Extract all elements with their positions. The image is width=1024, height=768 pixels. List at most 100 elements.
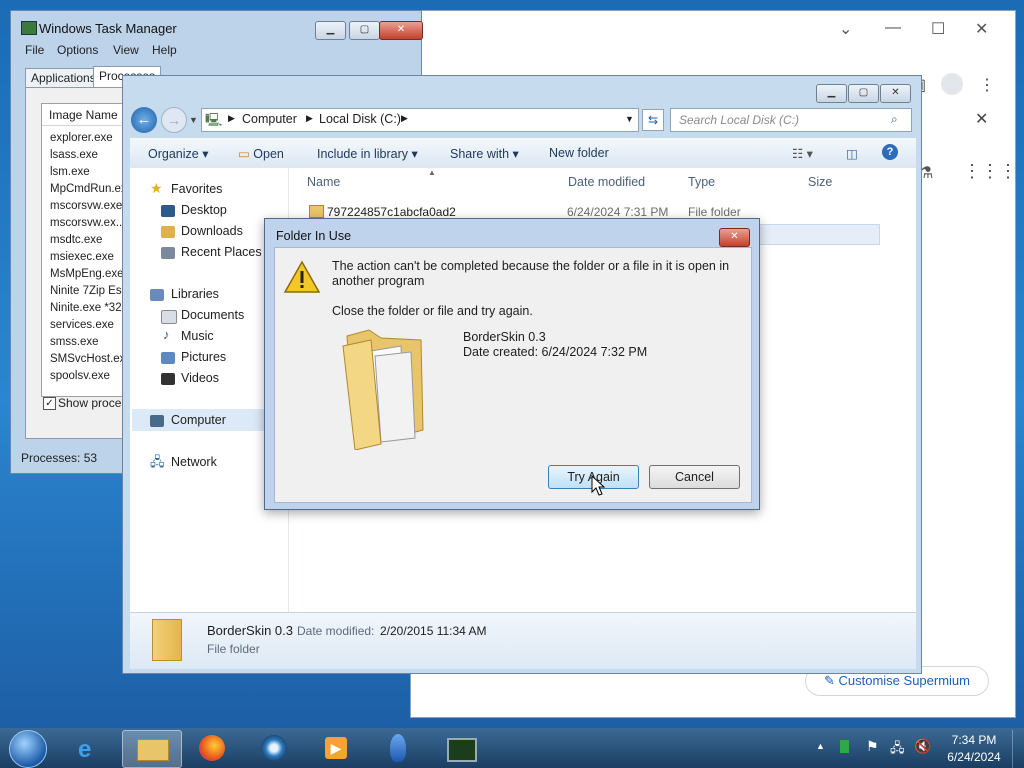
start-orb-icon[interactable] (9, 730, 47, 768)
new-folder-button[interactable]: New folder (549, 146, 609, 160)
address-dropdown-icon[interactable]: ▼ (625, 114, 634, 124)
maximize-button[interactable]: ▢ (349, 21, 380, 40)
list-item[interactable]: msiexec.exe (50, 251, 114, 263)
list-item[interactable]: MpCmdRun.exe (50, 183, 133, 195)
menu-file[interactable]: File (25, 43, 44, 57)
chevron-down-icon[interactable]: ⌄ (839, 19, 852, 39)
explorer-close-button[interactable]: ✕ (880, 84, 911, 103)
explorer-minimize-button[interactable]: ▁ (816, 84, 847, 103)
help-icon[interactable]: ? (882, 144, 898, 160)
list-item[interactable]: SMSvcHost.exe (50, 353, 132, 365)
nav-pictures[interactable]: Pictures (181, 350, 226, 364)
list-item[interactable]: spoolsv.exe (50, 370, 110, 382)
menu-kebab-icon[interactable]: ⋮ (979, 75, 995, 95)
volume-muted-icon[interactable]: 🔇 (914, 738, 931, 755)
include-in-library-button[interactable]: Include in library ▾ (317, 146, 418, 161)
favorites-star-icon: ★ (150, 180, 163, 196)
recent-pages-dropdown-icon[interactable]: ▼ (189, 115, 198, 125)
list-item[interactable]: MsMpEng.exe (50, 268, 124, 280)
list-item[interactable]: lsass.exe (50, 149, 98, 161)
list-item[interactable]: smss.exe (50, 336, 99, 348)
list-item[interactable]: services.exe (50, 319, 114, 331)
column-date-modified[interactable]: Date modified (568, 175, 645, 189)
explorer-maximize-button[interactable]: ▢ (848, 84, 879, 103)
menu-view[interactable]: View (113, 43, 139, 57)
column-type[interactable]: Type (688, 175, 715, 189)
menu-options[interactable]: Options (57, 43, 98, 57)
nav-libraries[interactable]: Libraries (171, 287, 219, 301)
maximize-icon[interactable]: ☐ (931, 19, 945, 39)
nav-desktop[interactable]: Desktop (181, 203, 227, 217)
show-desktop-button[interactable] (1012, 730, 1024, 768)
process-list[interactable]: Image Name explorer.exe lsass.exe lsm.ex… (41, 103, 135, 397)
breadcrumb-local-disk[interactable]: Local Disk (C:) (319, 112, 401, 126)
refresh-icon[interactable]: ⇆ (642, 109, 664, 131)
list-item[interactable]: msdtc.exe (50, 234, 102, 246)
documents-icon (161, 310, 177, 324)
close-icon[interactable]: ✕ (975, 19, 988, 39)
organize-button[interactable]: Organize ▾ (148, 146, 208, 161)
search-input[interactable]: Search Local Disk (C:) ⌕ (670, 108, 912, 132)
profile-avatar[interactable] (941, 73, 963, 95)
close-button[interactable]: ✕ (379, 21, 423, 40)
list-item[interactable]: mscorsvw.exe (50, 200, 122, 212)
address-bar[interactable]: 🖳 ▶ Computer ▶ Local Disk (C:) ▶ ▼ (201, 108, 639, 132)
task-manager-taskbar-icon[interactable] (432, 730, 490, 766)
tab-applications[interactable]: Applications (25, 68, 102, 88)
nav-favorites[interactable]: Favorites (171, 182, 222, 196)
nav-computer[interactable]: Computer (171, 413, 226, 427)
minimize-button[interactable]: ▁ (315, 21, 346, 40)
recent-places-icon (161, 247, 175, 259)
show-processes-checkbox[interactable]: ✓ (43, 397, 56, 410)
list-item[interactable]: mscorsvw.ex... (50, 217, 125, 229)
list-item[interactable]: Ninite 7Zip Es... (50, 285, 131, 297)
nav-videos[interactable]: Videos (181, 371, 219, 385)
nav-network[interactable]: Network (171, 455, 217, 469)
app-blue-icon[interactable] (370, 730, 428, 766)
nav-recent-places[interactable]: Recent Places (181, 245, 262, 259)
details-date-value: 2/20/2015 11:34 AM (380, 624, 487, 638)
list-item[interactable]: Ninite.exe *32 (50, 302, 122, 314)
nav-documents[interactable]: Documents (181, 308, 244, 322)
nav-downloads[interactable]: Downloads (181, 224, 243, 238)
share-with-button[interactable]: Share with ▾ (450, 146, 519, 161)
details-type: File folder (207, 642, 260, 656)
cancel-button[interactable]: Cancel (649, 465, 740, 489)
media-player-icon[interactable]: ▶ (308, 730, 366, 766)
windows-explorer-icon[interactable] (122, 730, 182, 768)
computer-icon: 🖳 (205, 112, 223, 127)
internet-explorer-icon[interactable]: e (62, 730, 120, 766)
clock-time[interactable]: 7:34 PM (942, 733, 1006, 747)
column-name[interactable]: Name (307, 175, 340, 189)
show-hidden-icons-icon[interactable]: ▲ (816, 741, 825, 751)
view-options-icon[interactable]: ☷ ▾ (792, 146, 813, 161)
forward-arrow-icon[interactable]: → (161, 107, 187, 133)
breadcrumb-computer[interactable]: Computer (242, 112, 297, 126)
search-icon[interactable]: ⌕ (891, 112, 898, 127)
file-name: 797224857c1abcfa0ad2 (327, 205, 456, 219)
column-image-name[interactable]: Image Name (42, 104, 134, 126)
close-panel-icon[interactable]: ✕ (975, 109, 988, 129)
open-button[interactable]: ▭ Open (238, 146, 284, 161)
list-item[interactable]: explorer.exe (50, 132, 113, 144)
back-arrow-icon[interactable]: ← (131, 107, 157, 133)
apps-grid-icon[interactable]: ⋮⋮⋮ (963, 161, 1017, 182)
tray-app-icon[interactable] (840, 740, 849, 753)
column-size[interactable]: Size (808, 175, 832, 189)
firefox-icon[interactable] (184, 730, 242, 766)
list-item[interactable]: lsm.exe (50, 166, 90, 178)
action-center-flag-icon[interactable]: ⚑ (866, 738, 879, 755)
preview-pane-icon[interactable]: ◫ (846, 146, 858, 161)
pencil-icon: ✎ (823, 673, 839, 688)
videos-icon (161, 373, 175, 385)
minimize-icon[interactable]: — (885, 19, 901, 37)
chevron-right-icon: ▶ (306, 113, 313, 123)
dialog-close-button[interactable]: ✕ (719, 228, 750, 247)
network-tray-icon[interactable]: 🖧 (890, 739, 905, 761)
warning-icon (283, 260, 321, 293)
clock-date[interactable]: 6/24/2024 (942, 750, 1006, 764)
folder-large-icon (342, 329, 424, 450)
nav-music[interactable]: Music (181, 329, 214, 343)
menu-help[interactable]: Help (152, 43, 177, 57)
supermium-browser-icon[interactable] (246, 730, 304, 766)
